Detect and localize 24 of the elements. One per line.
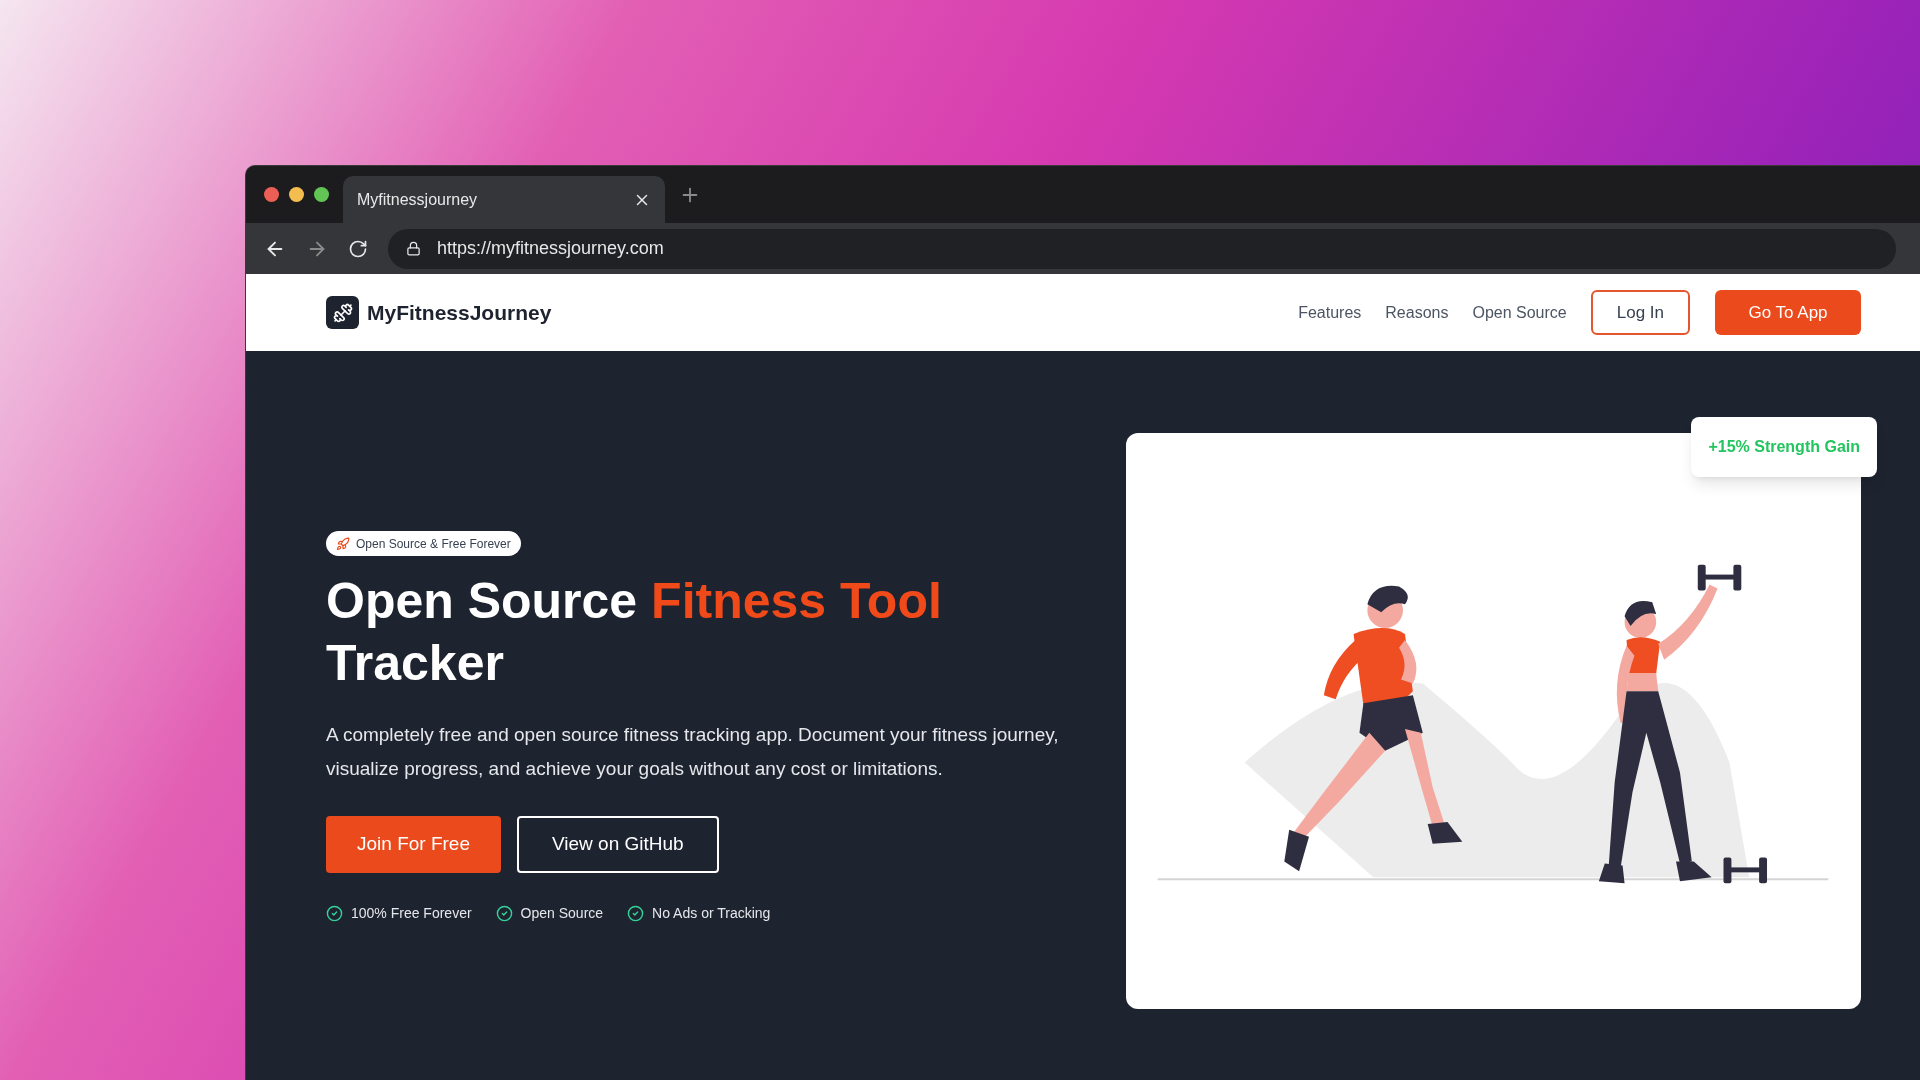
rocket-icon bbox=[336, 536, 350, 551]
feature-check-label: No Ads or Tracking bbox=[652, 904, 771, 923]
nav-link[interactable]: Open Source bbox=[1472, 300, 1567, 325]
github-button[interactable]: View on GitHub bbox=[517, 816, 719, 873]
login-button[interactable]: Log In bbox=[1590, 290, 1690, 335]
nav-link[interactable]: Features bbox=[1298, 300, 1362, 325]
lock-icon bbox=[406, 241, 421, 256]
feature-check-label: Open Source bbox=[520, 904, 604, 923]
address-bar[interactable]: https://myfitnessjourney.com bbox=[388, 228, 1896, 269]
feature-check-label: 100% Free Forever bbox=[351, 904, 472, 923]
hero-title: Open Source Fitness Tool Tracker bbox=[326, 572, 943, 693]
go-to-app-button[interactable]: Go To App bbox=[1715, 290, 1861, 335]
hero-description: A completely free and open source fitness tracking app. Document your fitness journey, visualize progress, and achieve your goals without any cost or limitations. bbox=[326, 723, 1060, 781]
check-circle-icon bbox=[495, 905, 513, 922]
join-button[interactable]: Join For Free bbox=[326, 816, 501, 873]
logo-text[interactable]: MyFitnessJourney bbox=[367, 296, 552, 329]
check-circle-icon bbox=[326, 905, 343, 922]
hero-badge: Open Source & Free Forever bbox=[326, 531, 521, 556]
nav-link[interactable]: Reasons bbox=[1385, 300, 1449, 325]
check-circle-icon bbox=[627, 905, 645, 922]
reload-icon[interactable] bbox=[348, 238, 368, 259]
strength-gain-badge: +15% Strength Gain bbox=[1691, 417, 1877, 477]
logo-icon bbox=[326, 296, 359, 329]
browser-tab[interactable]: Myfitnessjourney bbox=[343, 176, 665, 223]
